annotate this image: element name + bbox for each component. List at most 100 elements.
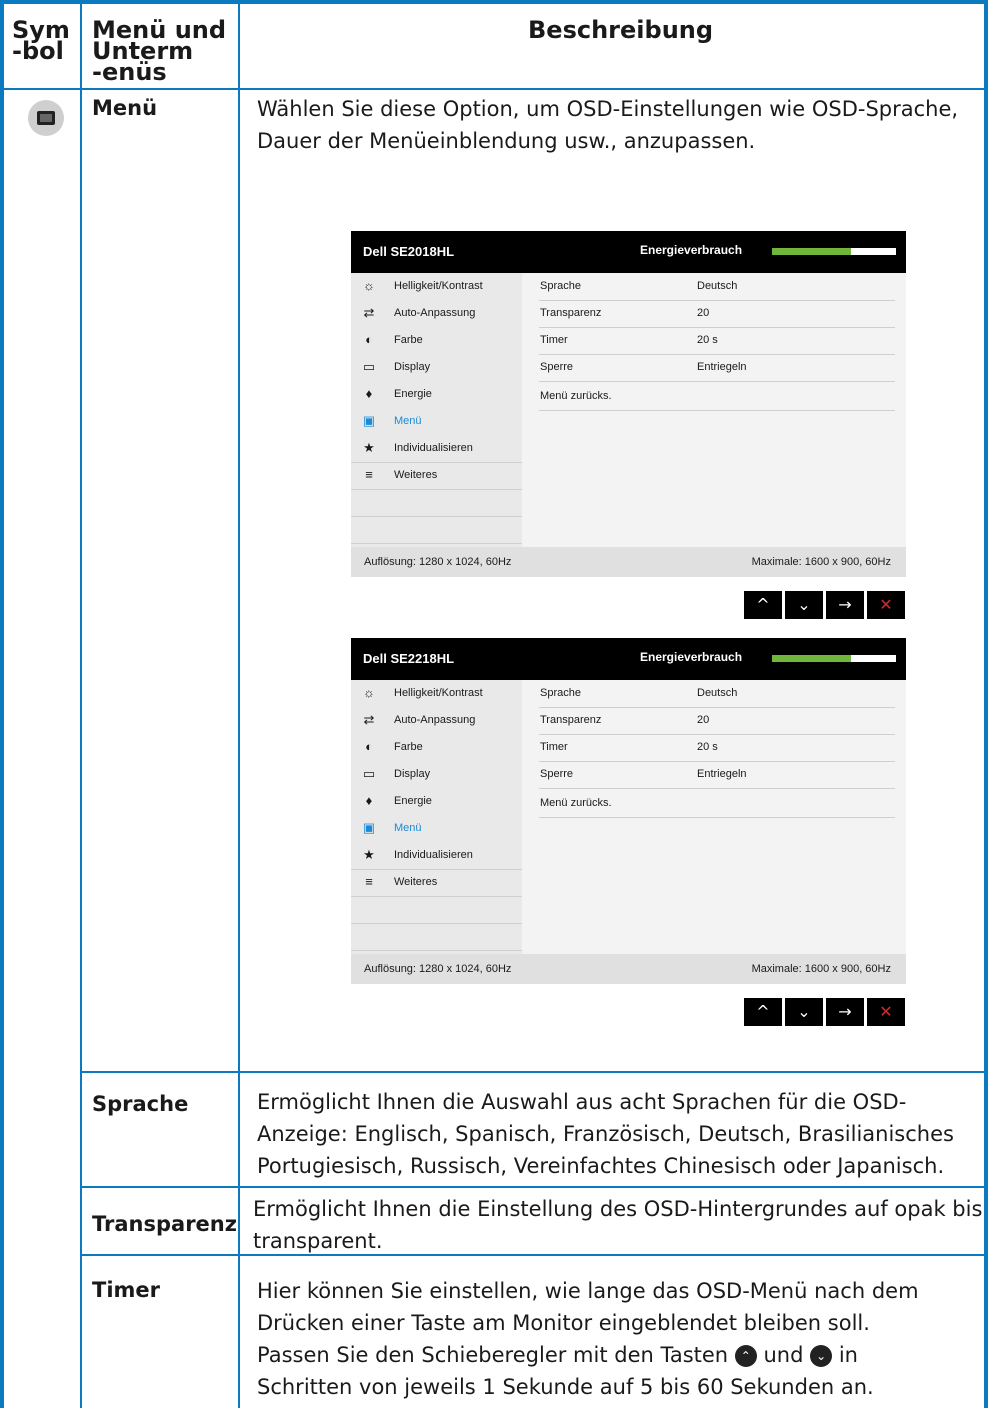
osd-setting-value: Deutsch xyxy=(697,280,738,292)
osd-menu-item-icon: ◐ xyxy=(365,332,373,347)
desc-line: Passen Sie den Schieberegler mit den Tas… xyxy=(257,1339,919,1371)
osd-menu-item-icon: ≡ xyxy=(365,874,373,889)
row-divider xyxy=(80,1071,984,1073)
osd-menu-item-icon: ▭ xyxy=(362,359,376,374)
down-arrow-button[interactable]: ⌄ xyxy=(785,998,823,1026)
osd-setting-row[interactable]: Menü zurücks. xyxy=(539,383,895,411)
osd-setting-value: Deutsch xyxy=(697,687,738,699)
osd-menu-item[interactable]: ☼ Helligkeit/Kontrast xyxy=(351,680,522,707)
osd-setting-row[interactable]: Sprache Deutsch xyxy=(539,680,895,708)
osd-button-bar: ^ ⌄ → ✕ xyxy=(744,591,905,619)
osd-menu-item-icon: ≡ xyxy=(365,467,373,482)
col-divider-1 xyxy=(80,4,82,1408)
osd-menu-item-label: Helligkeit/Kontrast xyxy=(394,280,483,292)
desc-text: in xyxy=(838,1343,858,1367)
row-desc-transparenz: Ermöglicht Ihnen die Einstellung des OSD… xyxy=(253,1193,982,1257)
osd-setting-key: Sprache xyxy=(540,687,581,699)
osd-setting-row[interactable]: Sperre Entriegeln xyxy=(539,354,895,382)
osd-model: Dell SE2218HL xyxy=(363,651,455,666)
row-desc-sprache: Ermöglicht Ihnen die Auswahl aus acht Sp… xyxy=(257,1086,954,1182)
row-desc-menu: Wählen Sie diese Option, um OSD-Einstell… xyxy=(257,93,958,157)
up-arrow-button[interactable]: ^ xyxy=(744,998,782,1026)
desc-line: Schritten von jeweils 1 Sekunde auf 5 bi… xyxy=(257,1375,874,1399)
osd-menu-item-label: Menü xyxy=(394,822,422,834)
osd-menu-item[interactable]: ★ Individualisieren xyxy=(351,435,522,463)
osd-menu-item[interactable]: ≡ Weiteres xyxy=(351,462,522,490)
osd-setting-key: Timer xyxy=(540,741,568,753)
osd-menu-item-label: Menü xyxy=(394,415,422,427)
enter-arrow-button[interactable]: → xyxy=(826,591,864,619)
desc-line: Wählen Sie diese Option, um OSD-Einstell… xyxy=(257,97,959,121)
desc-line: Portugiesisch, Russisch, Vereinfachtes C… xyxy=(257,1154,945,1178)
osd-menu-item-icon: ⇄ xyxy=(363,305,375,320)
osd-menu-item-label: Energie xyxy=(394,795,432,807)
row-title-timer: Timer xyxy=(92,1278,161,1302)
up-button-icon: ⌃ xyxy=(734,1345,757,1367)
osd-setting-row[interactable]: Sperre Entriegeln xyxy=(539,761,895,789)
osd-menu-item-icon: ★ xyxy=(363,847,375,862)
osd-setting-row[interactable]: Timer 20 s xyxy=(539,734,895,762)
osd-setting-row[interactable]: Sprache Deutsch xyxy=(539,273,895,301)
osd-menu-item[interactable]: ▣ Menü xyxy=(351,815,522,842)
osd-setting-key: Menü zurücks. xyxy=(540,797,612,809)
osd-setting-value: 20 xyxy=(697,307,710,319)
osd-menu-item-label: Individualisieren xyxy=(394,442,473,454)
osd-menu-item[interactable]: ⇄ Auto-Anpassung xyxy=(351,707,522,734)
row-title-transparenz: Transparenz xyxy=(92,1212,237,1236)
osd-menu-item[interactable]: ▣ Menü xyxy=(351,408,522,435)
osd-setting-value: Entriegeln xyxy=(697,768,747,780)
osd-model: Dell SE2018HL xyxy=(363,244,455,259)
osd-menu-item[interactable]: ⇄ Auto-Anpassung xyxy=(351,300,522,327)
osd-screenshot-se2018hl: Dell SE2018HL Energieverbrauch ☼ Helligke… xyxy=(351,231,906,577)
osd-menu-list: ☼ Helligkeit/Kontrast ⇄ Auto-Anpassung ◐ Farb… xyxy=(351,680,522,954)
osd-energy-bar xyxy=(772,248,896,255)
osd-menu-item-icon: ▭ xyxy=(362,766,376,781)
osd-menu-item-icon: ☼ xyxy=(363,278,375,293)
osd-menu-item[interactable]: ≡ Weiteres xyxy=(351,869,522,897)
osd-menu-item[interactable]: ♦ Energie xyxy=(351,381,522,408)
osd-energy-label: Energieverbrauch xyxy=(640,650,743,664)
osd-menu-item[interactable]: ★ Individualisieren xyxy=(351,842,522,870)
col-divider-2 xyxy=(238,4,240,1408)
desc-line: Anzeige: Englisch, Spanisch, Französisch… xyxy=(257,1122,954,1146)
osd-menu-item-label: Energie xyxy=(394,388,432,400)
close-button[interactable]: ✕ xyxy=(867,591,905,619)
row-desc-timer: Hier können Sie einstellen, wie lange da… xyxy=(257,1275,919,1403)
osd-menu-empty xyxy=(351,896,522,924)
osd-menu-item-icon: ☼ xyxy=(363,685,375,700)
row-title-sprache: Sprache xyxy=(92,1092,189,1116)
osd-setting-value: 20 xyxy=(697,714,710,726)
osd-menu-list: ☼ Helligkeit/Kontrast ⇄ Auto-Anpassung ◐ Farb… xyxy=(351,273,522,547)
osd-energy-label: Energieverbrauch xyxy=(640,243,743,257)
osd-setting-row[interactable]: Transparenz 20 xyxy=(539,300,895,328)
osd-setting-row[interactable]: Menü zurücks. xyxy=(539,790,895,818)
osd-menu-item[interactable]: ♦ Energie xyxy=(351,788,522,815)
osd-setting-row[interactable]: Transparenz 20 xyxy=(539,707,895,735)
osd-menu-empty xyxy=(351,516,522,544)
osd-menu-item[interactable]: ◐ Farbe xyxy=(351,327,522,354)
osd-setting-row[interactable]: Timer 20 s xyxy=(539,327,895,355)
close-button[interactable]: ✕ xyxy=(867,998,905,1026)
header-symbol-line2: -bol xyxy=(12,37,64,65)
osd-button-bar: ^ ⌄ → ✕ xyxy=(744,998,905,1026)
desc-text: und xyxy=(763,1343,804,1367)
osd-energy-fill xyxy=(772,655,852,662)
osd-setting-key: Menü zurücks. xyxy=(540,390,612,402)
enter-arrow-button[interactable]: → xyxy=(826,998,864,1026)
osd-menu-item-label: Individualisieren xyxy=(394,849,473,861)
up-arrow-button[interactable]: ^ xyxy=(744,591,782,619)
osd-menu-item-label: Weiteres xyxy=(394,876,438,888)
osd-menu-item[interactable]: ☼ Helligkeit/Kontrast xyxy=(351,273,522,300)
osd-setting-key: Sprache xyxy=(540,280,581,292)
desc-line: Drücken einer Taste am Monitor eingeblen… xyxy=(257,1311,870,1335)
osd-menu-item[interactable]: ▭ Display xyxy=(351,761,522,788)
header-description: Beschreibung xyxy=(528,16,714,44)
osd-energy-bar xyxy=(772,655,896,662)
osd-menu-item[interactable]: ◐ Farbe xyxy=(351,734,522,761)
down-arrow-button[interactable]: ⌄ xyxy=(785,591,823,619)
osd-menu-item[interactable]: ▭ Display xyxy=(351,354,522,381)
desc-line: Hier können Sie einstellen, wie lange da… xyxy=(257,1279,919,1303)
osd-titlebar: Dell SE2018HL Energieverbrauch xyxy=(351,231,906,273)
osd-menu-item-icon: ◐ xyxy=(365,739,373,754)
desc-text: Passen Sie den Schieberegler mit den Tas… xyxy=(257,1343,729,1367)
